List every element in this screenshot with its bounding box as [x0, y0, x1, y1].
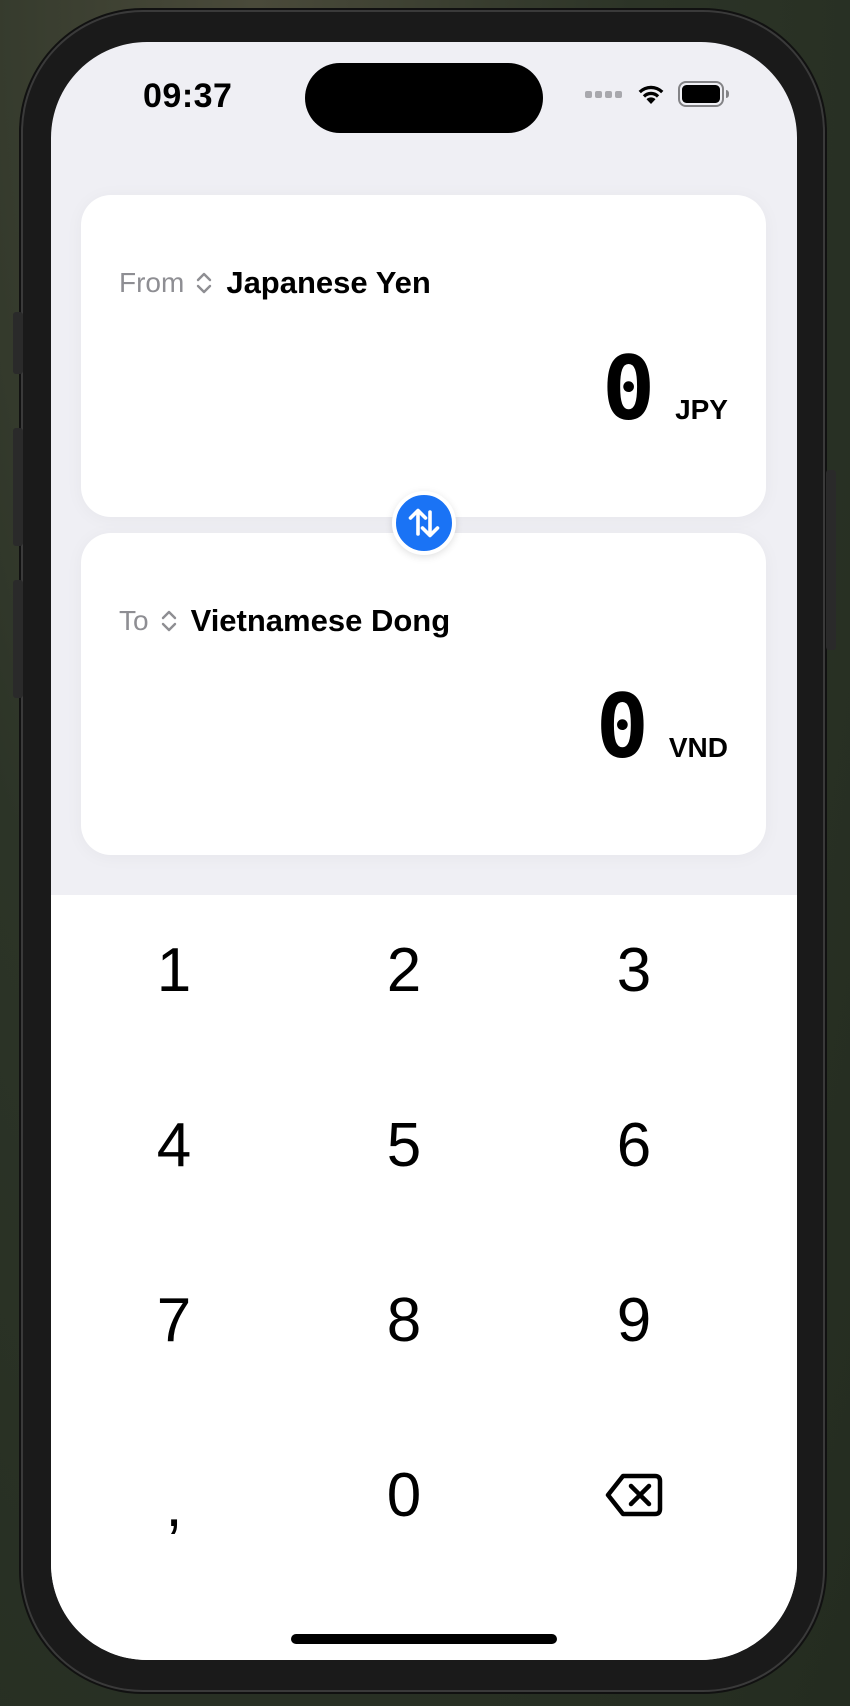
to-amount-row: 0 VND — [596, 683, 728, 771]
key-8[interactable]: 8 — [289, 1245, 519, 1395]
key-decimal-separator[interactable]: , — [59, 1420, 289, 1570]
key-0[interactable]: 0 — [289, 1420, 519, 1570]
from-label: From — [119, 267, 185, 298]
key-7[interactable]: 7 — [59, 1245, 289, 1395]
key-3[interactable]: 3 — [519, 895, 749, 1045]
key-delete[interactable] — [519, 1420, 749, 1570]
from-card: From Japanese Yen 0 JPY — [81, 195, 766, 517]
from-amount: 0 — [602, 337, 656, 440]
chevron-up-down-icon — [161, 608, 177, 634]
status-time: 09:37 — [143, 77, 233, 115]
from-currency-name: Japanese Yen — [226, 265, 431, 300]
key-5[interactable]: 5 — [289, 1070, 519, 1220]
status-icons — [585, 80, 730, 108]
from-amount-row: 0 JPY — [602, 345, 728, 433]
chevron-up-down-icon — [196, 270, 212, 296]
home-indicator[interactable] — [291, 1634, 557, 1644]
screen: 09:37 From Japanese Yen 0 JPY To Vietnam… — [51, 42, 797, 1660]
battery-icon — [678, 81, 729, 107]
keypad: 1 2 3 4 5 6 7 8 9 , 0 — [51, 895, 797, 1660]
to-card: To Vietnamese Dong 0 VND — [81, 533, 766, 855]
dynamic-island — [305, 63, 543, 133]
backspace-icon — [605, 1473, 663, 1517]
key-4[interactable]: 4 — [59, 1070, 289, 1220]
key-1[interactable]: 1 — [59, 895, 289, 1045]
swap-button[interactable] — [392, 491, 456, 555]
cellular-signal-icon — [585, 90, 622, 98]
from-currency-code: JPY — [675, 394, 728, 425]
swap-vertical-icon — [408, 508, 440, 538]
to-currency-picker[interactable]: To Vietnamese Dong — [119, 601, 450, 641]
to-label: To — [119, 605, 149, 636]
to-currency-name: Vietnamese Dong — [190, 603, 451, 638]
volume-down-button — [13, 580, 23, 698]
action-button — [13, 312, 23, 374]
key-9[interactable]: 9 — [519, 1245, 749, 1395]
to-currency-code: VND — [668, 732, 728, 763]
key-6[interactable]: 6 — [519, 1070, 749, 1220]
from-currency-picker[interactable]: From Japanese Yen — [119, 263, 431, 303]
power-button — [826, 470, 836, 650]
volume-up-button — [13, 428, 23, 546]
to-amount: 0 — [595, 675, 649, 778]
key-2[interactable]: 2 — [289, 895, 519, 1045]
wifi-icon — [638, 85, 664, 104]
